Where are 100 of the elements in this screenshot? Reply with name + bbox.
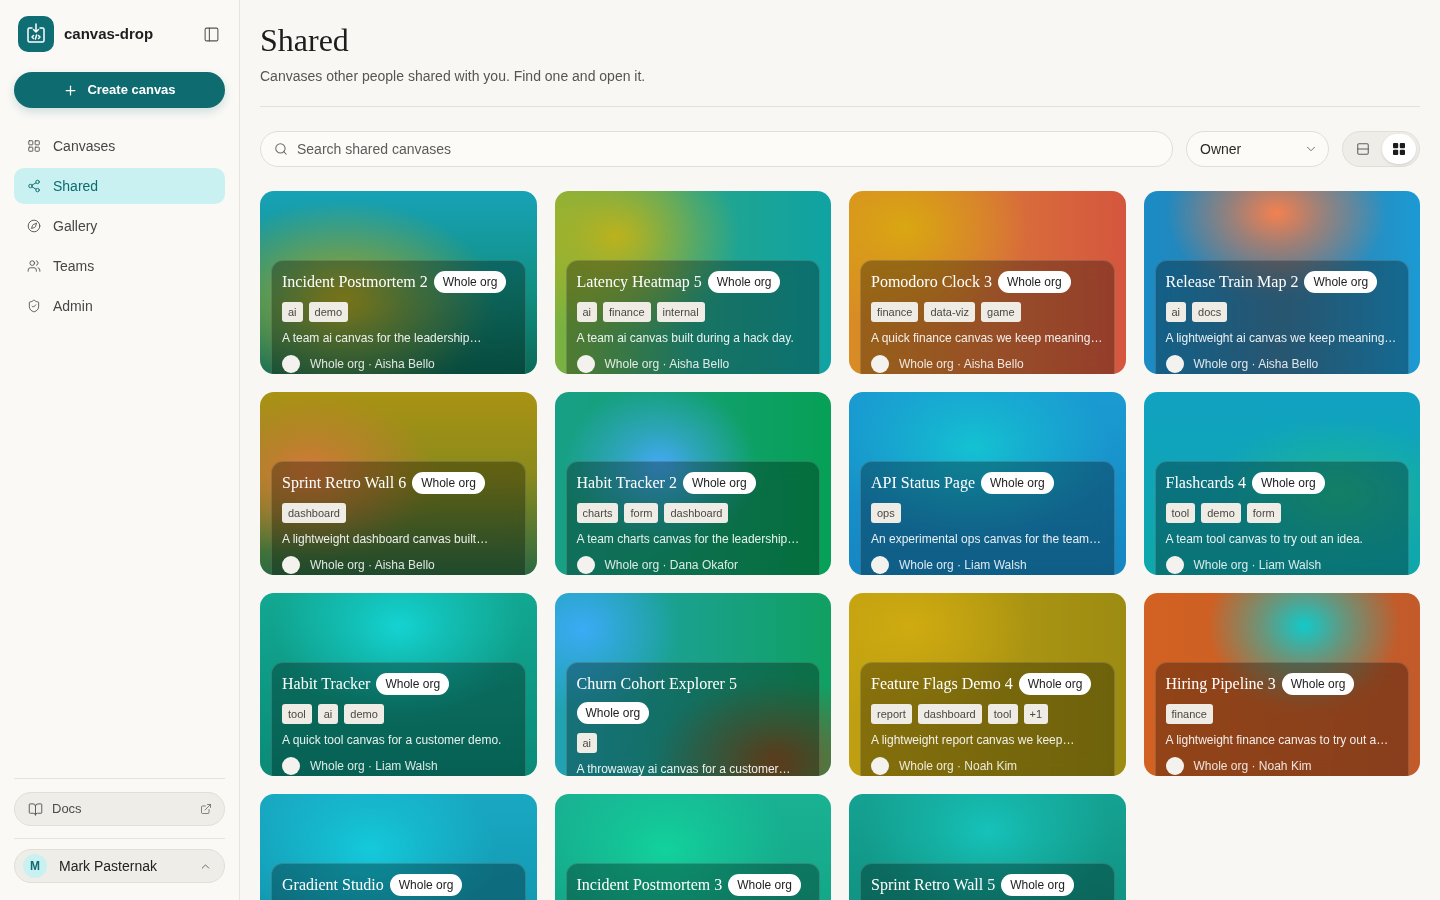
- owner-line: Whole org · Liam Walsh: [1193, 557, 1322, 573]
- sidebar-item[interactable]: Canvases: [14, 128, 225, 164]
- canvas-card[interactable]: Pomodoro Clock 3 Whole org finance data-viz game A quick finance canvas we keep meaning… Whole org · Aisha Bello: [849, 191, 1126, 374]
- tag-chip: data-viz: [924, 302, 975, 322]
- canvas-title: Latency Heatmap 5: [576, 272, 702, 293]
- canvas-card[interactable]: Hiring Pipeline 3 Whole org finance A lightweight finance canvas to try out a… Whole org · Noah Kim: [1143, 593, 1420, 776]
- tag-chip: ai: [576, 733, 598, 753]
- canvas-card[interactable]: Incident Postmortem 2 Whole org ai demo A team ai canvas for the leadership… Whole org · Aisha Bello: [260, 191, 537, 374]
- visibility-badge: Whole org: [997, 271, 1071, 293]
- sidebar-item[interactable]: Gallery: [14, 208, 225, 244]
- visibility-badge: Whole org: [376, 673, 450, 695]
- owner-line: Whole org · Liam Walsh: [899, 557, 1027, 573]
- tag-chip: demo: [344, 704, 384, 724]
- avatar-icon: [282, 556, 300, 574]
- search-icon: [274, 142, 288, 156]
- visibility-badge: Whole org: [728, 874, 801, 896]
- tag-chip: form: [1246, 503, 1281, 523]
- canvas-card[interactable]: Latency Heatmap 5 Whole org ai finance internal A team ai canvas built during a hack day. Whole org · Aisha Bello: [554, 191, 831, 374]
- canvas-title: Gradient Studio: [282, 875, 384, 895]
- tag-chip: finance: [871, 302, 919, 322]
- tag-chip: tool: [987, 704, 1018, 724]
- tag-chip: +1: [1023, 704, 1049, 724]
- visibility-badge: Whole org: [389, 874, 463, 896]
- tag-chip: ops: [871, 503, 901, 523]
- canvas-card[interactable]: Churn Cohort Explorer 5 Whole org ai A throwaway ai canvas for a customer…: [554, 593, 831, 776]
- plus-icon: [63, 82, 79, 98]
- share-icon: [27, 179, 41, 193]
- canvas-title: Habit Tracker 2: [576, 473, 677, 493]
- canvas-card[interactable]: API Status Page Whole org ops An experimental ops canvas for the team… Whole org · Liam Walsh: [849, 392, 1126, 575]
- canvas-card[interactable]: Incident Postmortem 3 Whole org: [554, 794, 831, 900]
- panel-icon: [202, 25, 220, 43]
- visibility-badge: Whole org: [576, 702, 650, 724]
- canvas-card[interactable]: Sprint Retro Wall 6 Whole org dashboard A lightweight dashboard canvas built… Whole org · Aisha Bello: [260, 392, 537, 575]
- user-avatar: M: [23, 854, 47, 878]
- docs-link[interactable]: Docs: [14, 792, 225, 826]
- canvas-title: Pomodoro Clock 3: [871, 272, 992, 292]
- canvas-title: Incident Postmortem 3: [576, 875, 723, 895]
- user-menu-button[interactable]: M Mark Pasternak: [14, 849, 225, 883]
- canvas-title: Incident Postmortem 2: [282, 272, 428, 292]
- people-icon: [27, 259, 41, 273]
- canvas-description: A team ai canvas built during a hack day.: [576, 330, 795, 346]
- create-canvas-button[interactable]: Create canvas: [14, 72, 225, 108]
- visibility-badge: Whole org: [1304, 271, 1378, 293]
- tag-chip: game: [981, 302, 1021, 322]
- book-icon: [28, 801, 43, 817]
- visibility-badge: Whole org: [433, 271, 507, 293]
- grid-icon: [27, 139, 41, 153]
- canvas-description: A lightweight finance canvas to try out a…: [1165, 732, 1390, 748]
- visibility-badge: Whole org: [1281, 673, 1355, 695]
- visibility-badge: Whole org: [1251, 472, 1325, 494]
- visibility-badge: Whole org: [1018, 673, 1092, 695]
- avatar-icon: [576, 556, 595, 574]
- canvas-card[interactable]: Release Train Map 2 Whole org ai docs A lightweight ai canvas we keep meaning… Whole org · Aisha Bello: [1143, 191, 1420, 374]
- canvas-card[interactable]: Flashcards 4 Whole org tool demo form A team tool canvas to try out an idea. Whole org · Liam Walsh: [1143, 392, 1420, 575]
- canvas-card[interactable]: Habit Tracker 2 Whole org charts form dashboard A team charts canvas for the leadership… Whole org · Dana Okafor: [554, 392, 831, 575]
- canvas-card[interactable]: Habit Tracker Whole org tool ai demo A quick tool canvas for a customer demo. Whole org · Liam Walsh: [260, 593, 537, 776]
- tag-chip: docs: [1192, 302, 1228, 322]
- visibility-badge: Whole org: [981, 472, 1054, 494]
- tag-chip: dashboard: [664, 503, 729, 523]
- tag-chip: finance: [603, 302, 651, 322]
- canvas-card[interactable]: Gradient Studio Whole org: [260, 794, 537, 900]
- grid-view-button[interactable]: [1382, 134, 1416, 164]
- owner-line: Whole org · Aisha Bello: [1193, 356, 1319, 372]
- sidebar-item[interactable]: Admin: [14, 288, 225, 324]
- owner-line: Whole org · Liam Walsh: [310, 758, 438, 774]
- shield-check-icon: [27, 299, 41, 313]
- canvas-description: A team tool canvas to try out an idea.: [1165, 531, 1364, 547]
- download-code-icon: [18, 16, 54, 52]
- page-title: Shared: [260, 22, 350, 58]
- tag-chip: ai: [576, 302, 598, 322]
- sidebar-item[interactable]: Teams: [14, 248, 225, 284]
- avatar-icon: [1165, 757, 1184, 775]
- owner-line: Whole org · Dana Okafor: [604, 557, 738, 573]
- owner-line: Whole org · Noah Kim: [899, 758, 1018, 774]
- avatar-icon: [282, 355, 300, 373]
- canvas-card[interactable]: Sprint Retro Wall 5 Whole org: [849, 794, 1126, 900]
- compass-icon: [27, 219, 41, 233]
- tag-chip: internal: [656, 302, 705, 322]
- owner-line: Whole org · Aisha Bello: [604, 356, 730, 372]
- owner-line: Whole org · Aisha Bello: [899, 356, 1024, 372]
- tag-chip: report: [871, 704, 912, 724]
- tag-chip: charts: [576, 503, 619, 523]
- page-subtitle: Canvases other people shared with you. Find one and open it.: [260, 67, 647, 86]
- tag-chip: ai: [1165, 302, 1187, 322]
- canvas-card[interactable]: Feature Flags Demo 4 Whole org report dashboard tool +1 A lightweight report canvas we keep… Whole org · Noah Kim: [849, 593, 1126, 776]
- canvas-description: A lightweight ai canvas we keep meaning…: [1165, 330, 1398, 346]
- tag-chip: dashboard: [282, 503, 346, 523]
- app-name: canvas-drop: [64, 23, 154, 44]
- owner-select[interactable]: Owner: [1186, 131, 1329, 167]
- owner-line: Whole org · Noah Kim: [1193, 758, 1312, 774]
- visibility-badge: Whole org: [682, 472, 756, 494]
- canvas-title: Feature Flags Demo 4: [871, 674, 1013, 695]
- search-field[interactable]: Search shared canvases: [260, 131, 1173, 167]
- canvas-description: A team charts canvas for the leadership…: [576, 531, 801, 547]
- canvas-description: A quick tool canvas for a customer demo.: [282, 732, 503, 748]
- tag-chip: finance: [1165, 704, 1213, 724]
- tag-chip: demo: [1201, 503, 1241, 523]
- sidebar-item[interactable]: Shared: [14, 168, 225, 204]
- canvas-title: Habit Tracker: [282, 674, 371, 694]
- tag-chip: form: [624, 503, 659, 523]
